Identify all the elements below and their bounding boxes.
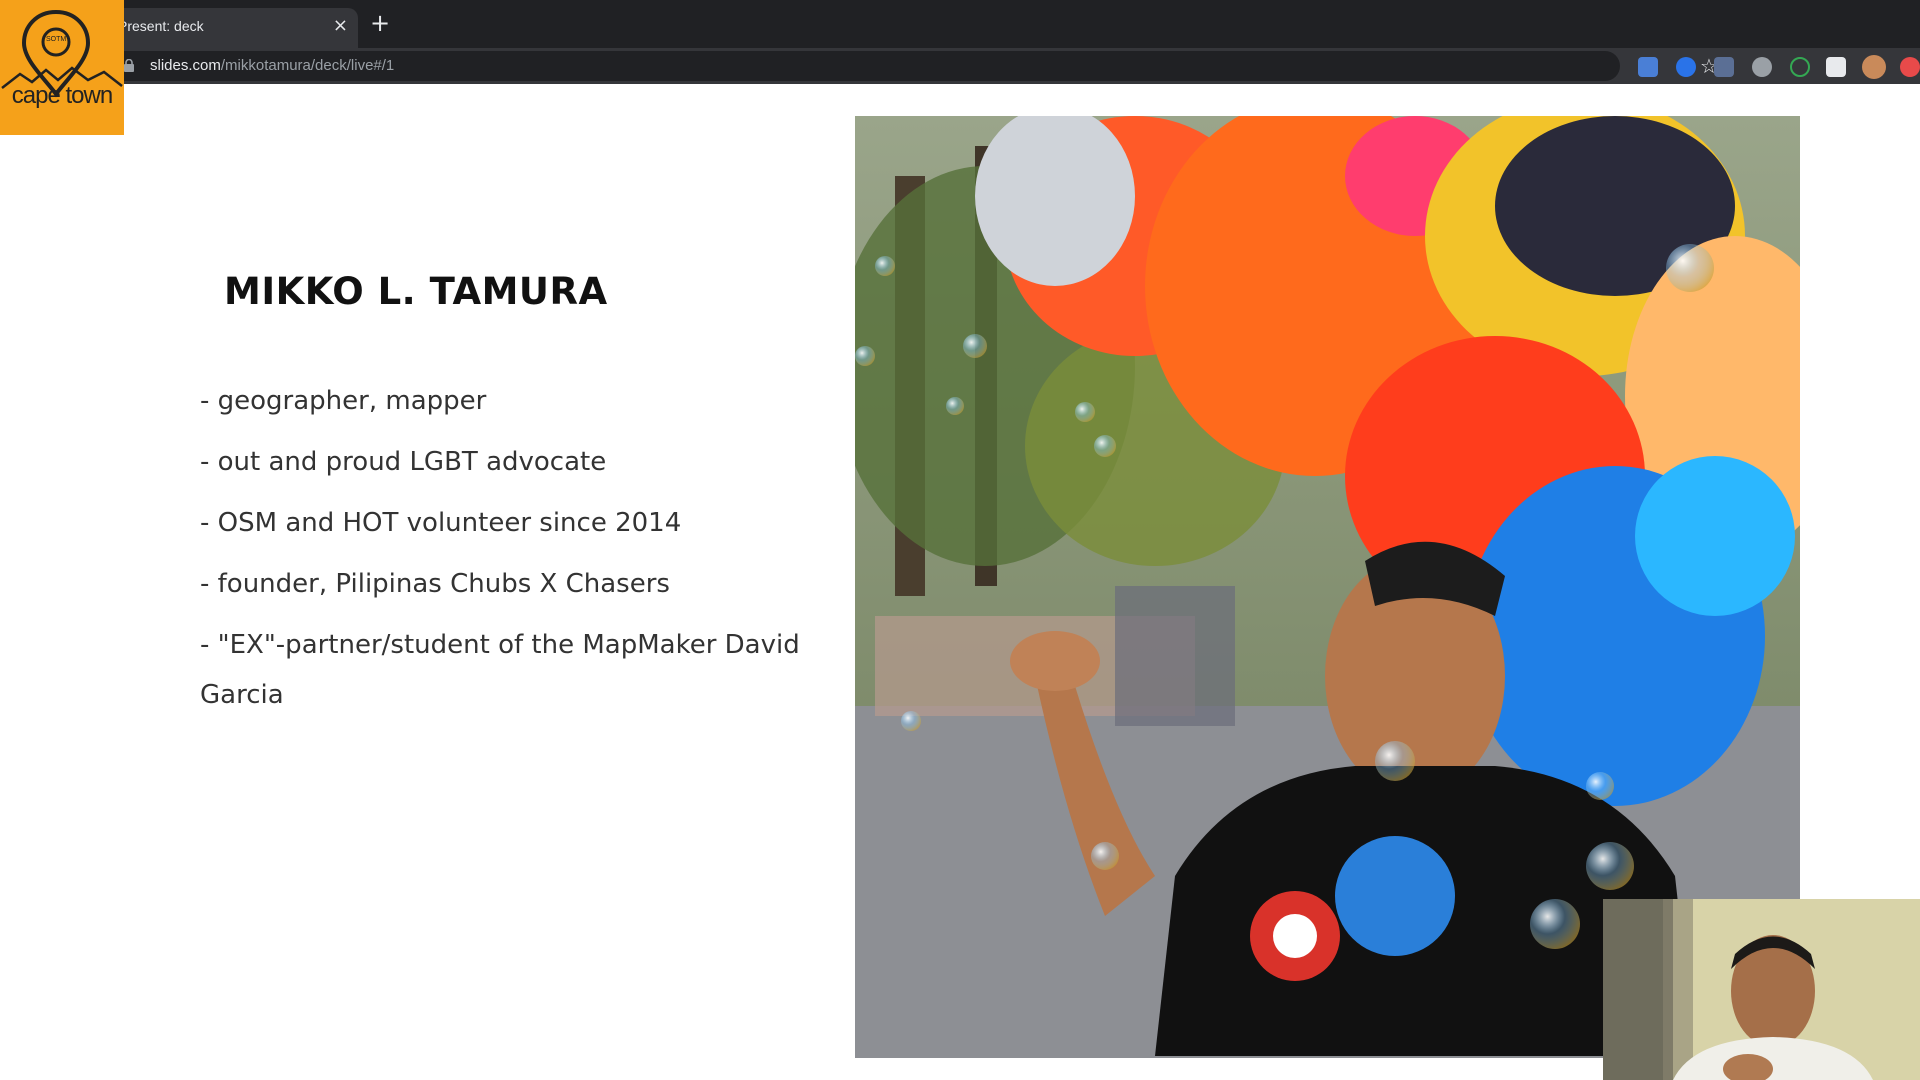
- extension-icon[interactable]: [1900, 57, 1920, 77]
- puzzle-icon[interactable]: [1826, 57, 1846, 77]
- bullet-item: - "EX"-partner/student of the MapMaker D…: [200, 630, 800, 710]
- sotm-cape-town-logo: SOTM cape town: [0, 0, 124, 135]
- bullet-item: - OSM and HOT volunteer since 2014: [200, 508, 682, 538]
- tab-title: Present: deck: [118, 18, 204, 34]
- webcam-video: [1603, 899, 1920, 1080]
- logo-badge: SOTM: [46, 36, 67, 43]
- avatar[interactable]: [1862, 55, 1886, 79]
- extension-icon[interactable]: [1676, 57, 1696, 77]
- lock-icon: [124, 59, 134, 72]
- extension-icon[interactable]: [1752, 57, 1772, 77]
- url-domain: slides.com: [150, 57, 221, 74]
- facebook-icon[interactable]: [1714, 57, 1734, 77]
- bullet-item: - out and proud LGBT advocate: [200, 447, 607, 477]
- extension-icon[interactable]: [1638, 57, 1658, 77]
- new-tab-button[interactable]: +: [370, 10, 390, 36]
- browser-toolbar: slides.com/mikkotamura/deck/live#/1 ☆: [0, 48, 1920, 84]
- slide-title: MIKKO L. TAMURA: [224, 270, 608, 313]
- url-path: /mikkotamura/deck/live#/1: [220, 57, 395, 74]
- url-text: slides.com/mikkotamura/deck/live#/1: [150, 57, 394, 74]
- browser-tab-bar: Present: deck × +: [0, 0, 1920, 48]
- bullet-item: - founder, Pilipinas Chubs X Chasers: [200, 569, 670, 599]
- logo-text: cape town: [11, 82, 113, 109]
- bullet-item: - geographer, mapper: [200, 386, 487, 416]
- address-bar[interactable]: slides.com/mikkotamura/deck/live#/1 ☆: [110, 51, 1718, 81]
- bullet-list: - geographer, mapper - out and proud LGB…: [200, 376, 810, 731]
- map-pin-icon: [1, 9, 123, 98]
- extension-icon[interactable]: [1790, 57, 1810, 77]
- tab-present-deck[interactable]: Present: deck ×: [112, 8, 358, 48]
- close-icon[interactable]: ×: [333, 15, 348, 36]
